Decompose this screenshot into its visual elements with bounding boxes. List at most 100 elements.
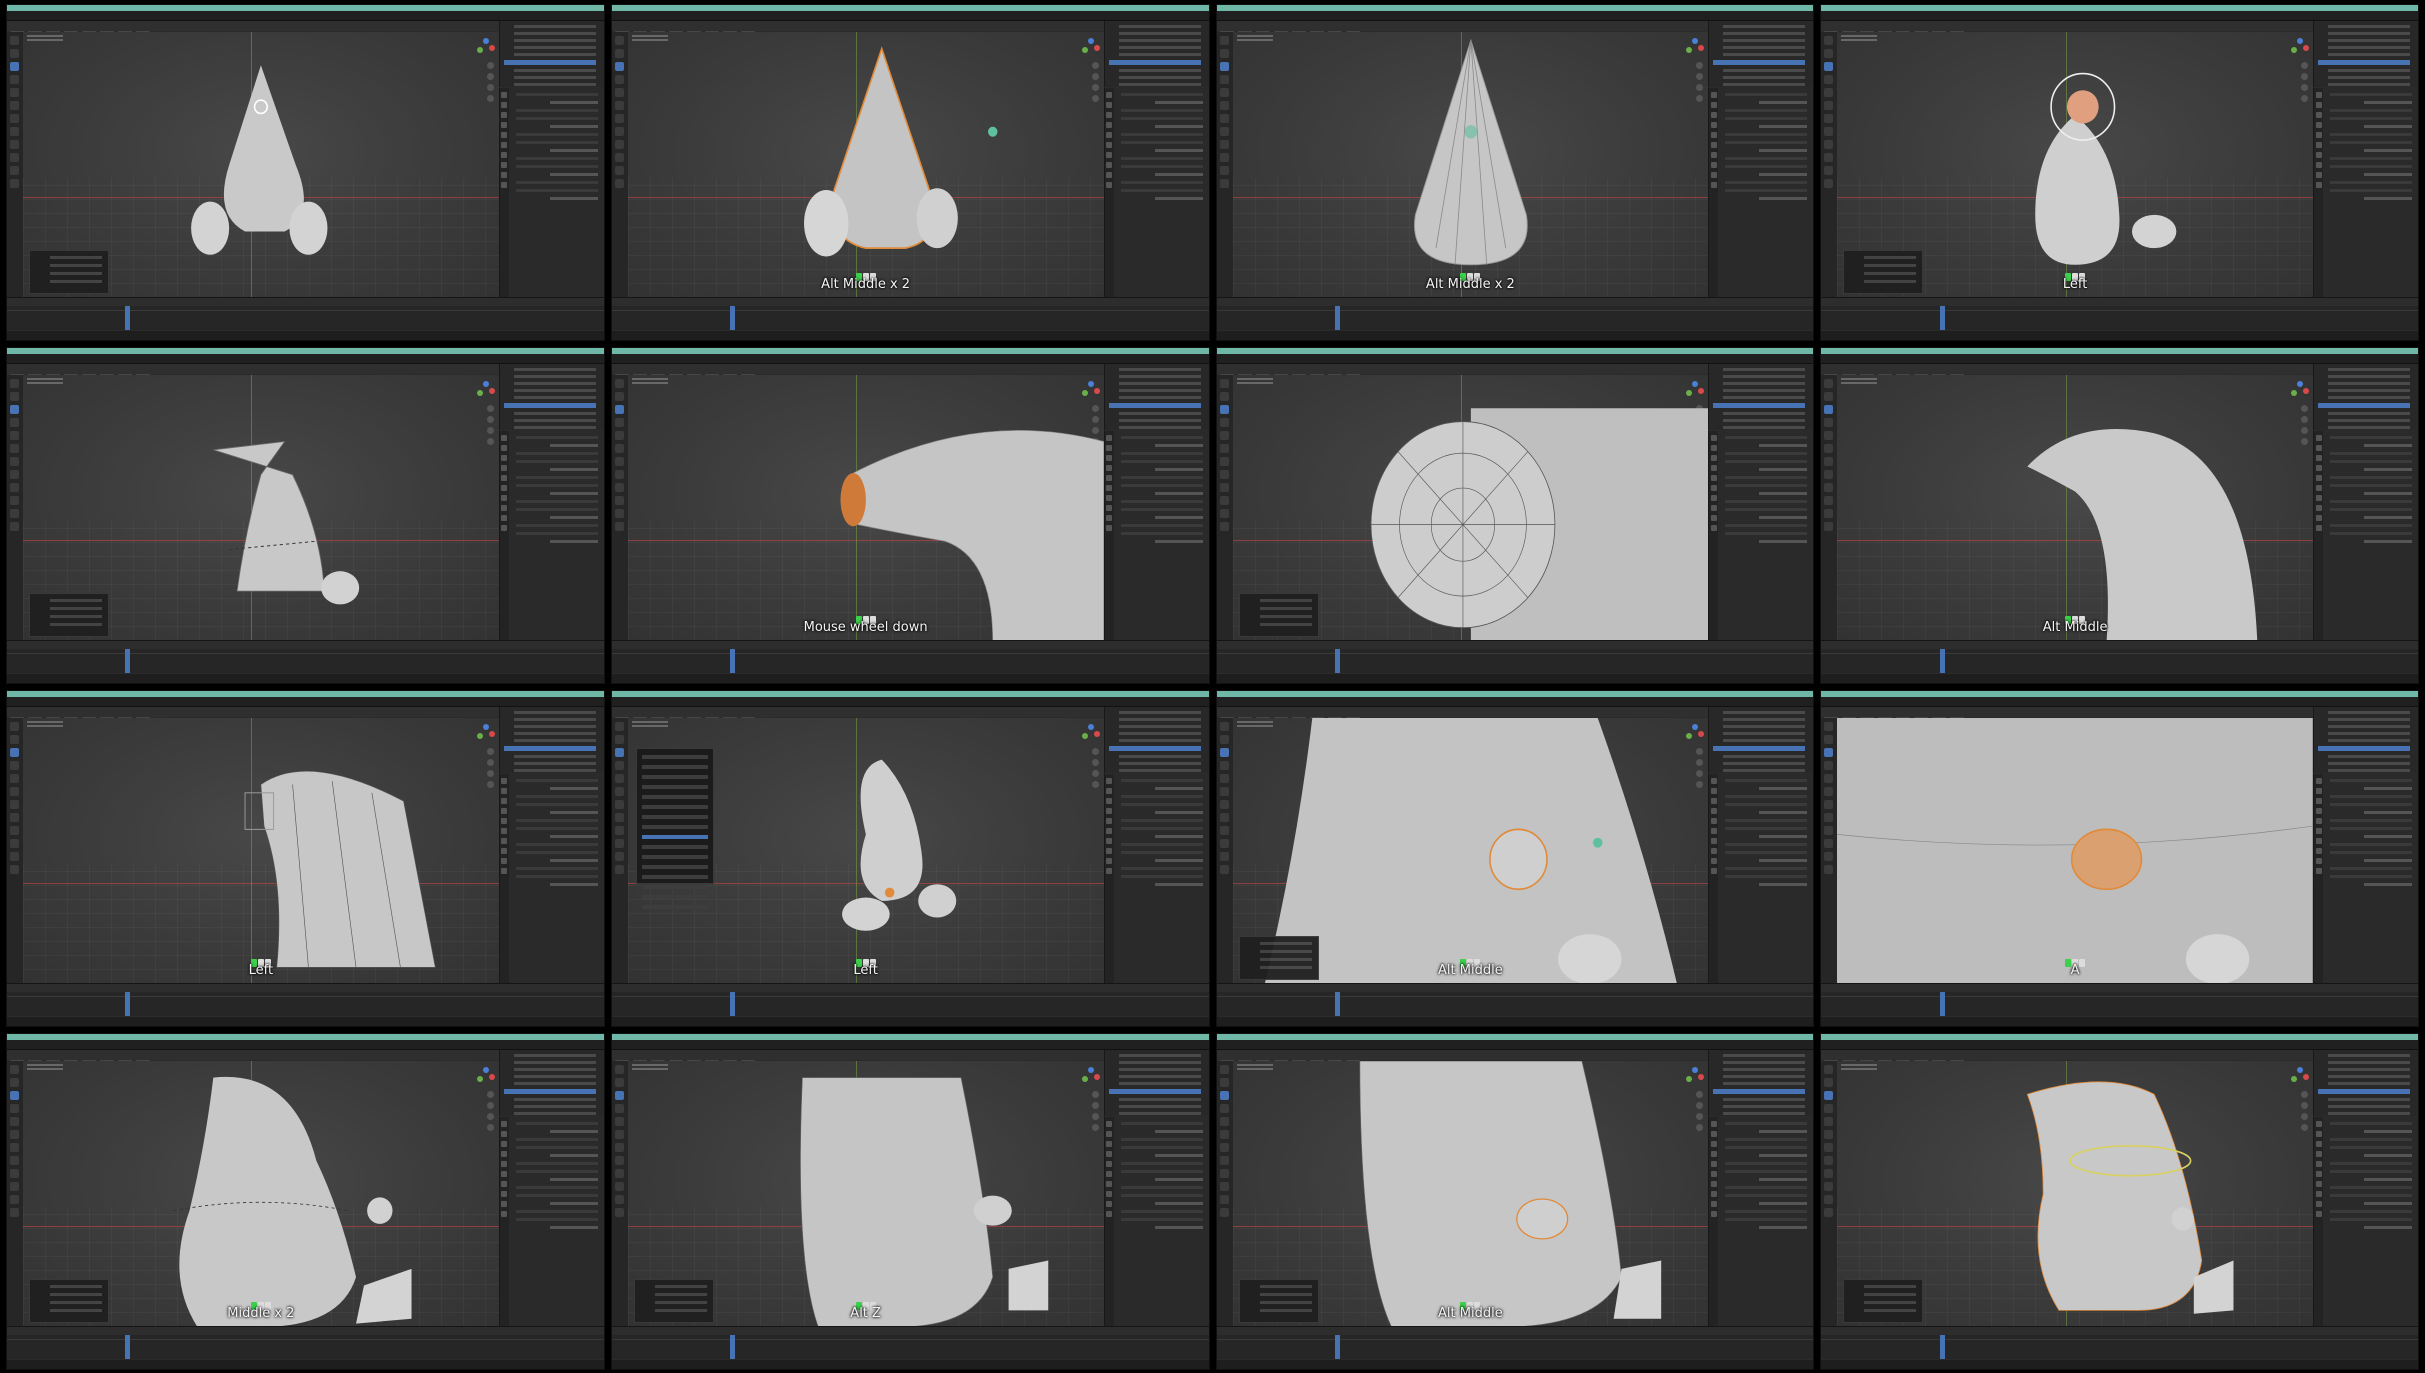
timeline-controls[interactable] bbox=[611, 1327, 1209, 1335]
tool-button[interactable] bbox=[1824, 826, 1834, 835]
property-row[interactable] bbox=[1120, 157, 1203, 160]
property-row[interactable] bbox=[515, 1170, 598, 1173]
property-row[interactable] bbox=[1120, 117, 1203, 120]
properties-tab[interactable] bbox=[1710, 162, 1717, 168]
context-menu[interactable] bbox=[635, 748, 714, 909]
tool-button[interactable] bbox=[1219, 1143, 1229, 1152]
outliner-item[interactable] bbox=[513, 76, 596, 79]
outliner-item[interactable] bbox=[2318, 746, 2410, 751]
outliner-item[interactable] bbox=[2328, 83, 2410, 86]
properties-tab[interactable] bbox=[1710, 1151, 1717, 1157]
playhead[interactable] bbox=[1334, 306, 1340, 330]
outliner-item[interactable] bbox=[1713, 60, 1806, 65]
tool-button[interactable] bbox=[10, 1117, 19, 1126]
playhead[interactable] bbox=[1334, 1335, 1340, 1359]
outliner-item[interactable] bbox=[1118, 1075, 1201, 1078]
tool-button[interactable] bbox=[10, 761, 19, 770]
tool-button[interactable] bbox=[614, 1182, 624, 1191]
outliner-item[interactable] bbox=[2328, 1075, 2410, 1078]
properties-tab[interactable] bbox=[2315, 1181, 2322, 1187]
property-row[interactable] bbox=[1154, 835, 1203, 838]
outliner-item[interactable] bbox=[1118, 755, 1201, 758]
operator-panel[interactable] bbox=[29, 593, 109, 637]
outliner-item[interactable] bbox=[2328, 711, 2410, 714]
outliner-item[interactable] bbox=[1713, 1089, 1806, 1094]
properties-tab[interactable] bbox=[1106, 1141, 1112, 1147]
tool-button[interactable] bbox=[1219, 127, 1229, 136]
property-row[interactable] bbox=[1725, 133, 1808, 136]
properties-tab[interactable] bbox=[501, 102, 508, 108]
gnome-mesh[interactable] bbox=[1837, 375, 2313, 641]
property-row[interactable] bbox=[1120, 109, 1203, 112]
outliner-item[interactable] bbox=[1118, 718, 1201, 721]
properties-tab[interactable] bbox=[1106, 838, 1112, 844]
3d-viewport[interactable]: Left bbox=[627, 718, 1104, 984]
tool-button[interactable] bbox=[1824, 722, 1834, 731]
property-row[interactable] bbox=[2330, 803, 2412, 806]
property-row[interactable] bbox=[549, 787, 598, 790]
property-row[interactable] bbox=[515, 1186, 598, 1189]
outliner-item[interactable] bbox=[1118, 76, 1201, 79]
properties-tab[interactable] bbox=[2315, 808, 2322, 814]
property-row[interactable] bbox=[515, 851, 598, 854]
property-row[interactable] bbox=[1725, 1162, 1808, 1165]
property-row[interactable] bbox=[1154, 1130, 1203, 1133]
property-row[interactable] bbox=[1154, 540, 1203, 543]
property-row[interactable] bbox=[2330, 117, 2412, 120]
property-row[interactable] bbox=[515, 1218, 598, 1221]
outliner-item[interactable] bbox=[2328, 718, 2410, 721]
property-row[interactable] bbox=[515, 181, 598, 184]
properties-tab[interactable] bbox=[1710, 515, 1717, 521]
property-row[interactable] bbox=[1725, 875, 1808, 878]
outliner-item[interactable] bbox=[1723, 762, 1806, 765]
tool-button[interactable] bbox=[10, 522, 19, 531]
properties-tab[interactable] bbox=[2315, 455, 2322, 461]
tool-button[interactable] bbox=[10, 1208, 19, 1217]
tool-button[interactable] bbox=[1824, 1078, 1834, 1087]
tool-button[interactable] bbox=[10, 748, 19, 757]
outliner-item[interactable] bbox=[2328, 76, 2410, 79]
properties-tab[interactable] bbox=[1710, 102, 1717, 108]
property-row[interactable] bbox=[515, 795, 598, 798]
tool-button[interactable] bbox=[614, 509, 624, 518]
gnome-mesh[interactable] bbox=[628, 375, 1104, 641]
tool-button[interactable] bbox=[1824, 457, 1834, 466]
timeline-controls[interactable] bbox=[1216, 641, 1814, 649]
outliner-item[interactable] bbox=[503, 1089, 596, 1094]
properties-tab[interactable] bbox=[1106, 485, 1112, 491]
playhead[interactable] bbox=[1939, 1335, 1945, 1359]
playhead[interactable] bbox=[1939, 992, 1945, 1016]
tool-button[interactable] bbox=[1824, 1208, 1834, 1217]
3d-viewport[interactable]: A bbox=[1837, 718, 2313, 984]
properties-tab[interactable] bbox=[2315, 152, 2322, 158]
outliner-item[interactable] bbox=[1118, 769, 1201, 772]
tool-button[interactable] bbox=[1219, 49, 1229, 58]
property-row[interactable] bbox=[1120, 133, 1203, 136]
properties-tab[interactable] bbox=[2315, 1131, 2322, 1137]
properties-tab[interactable] bbox=[501, 838, 508, 844]
3d-viewport[interactable]: Left bbox=[23, 718, 499, 984]
properties-tab[interactable] bbox=[501, 92, 508, 98]
property-row[interactable] bbox=[2364, 1202, 2412, 1205]
3d-viewport[interactable]: Alt Middle bbox=[1232, 1061, 1709, 1327]
properties-tab[interactable] bbox=[501, 455, 508, 461]
properties-tab[interactable] bbox=[1710, 1121, 1717, 1127]
property-row[interactable] bbox=[549, 125, 598, 128]
outliner-item[interactable] bbox=[513, 46, 596, 49]
properties-tab[interactable] bbox=[2315, 1141, 2322, 1147]
property-row[interactable] bbox=[549, 444, 598, 447]
outliner-item[interactable] bbox=[503, 60, 596, 65]
tool-button[interactable] bbox=[10, 1078, 19, 1087]
property-row[interactable] bbox=[1154, 1202, 1203, 1205]
tool-button[interactable] bbox=[10, 405, 19, 414]
property-row[interactable] bbox=[1725, 1210, 1808, 1213]
property-row[interactable] bbox=[515, 1122, 598, 1125]
tool-button[interactable] bbox=[1824, 418, 1834, 427]
property-row[interactable] bbox=[2364, 1178, 2412, 1181]
property-row[interactable] bbox=[1120, 189, 1203, 192]
properties-tab[interactable] bbox=[501, 1171, 508, 1177]
outliner-item[interactable] bbox=[1118, 39, 1201, 42]
outliner-item[interactable] bbox=[2328, 426, 2410, 429]
outliner-item[interactable] bbox=[1723, 375, 1806, 378]
tool-button[interactable] bbox=[1824, 1065, 1834, 1074]
